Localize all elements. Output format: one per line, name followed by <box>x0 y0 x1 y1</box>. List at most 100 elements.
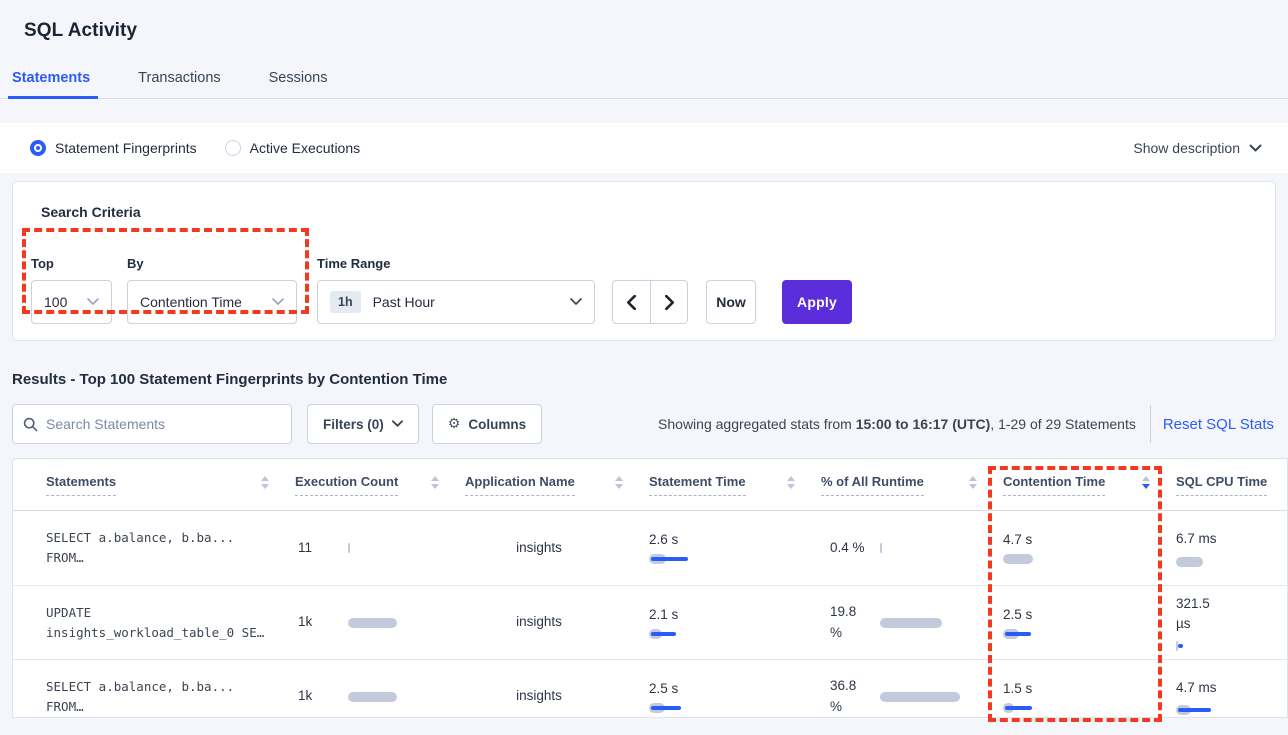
column-header-execution-count[interactable]: Execution Count <box>283 459 453 510</box>
column-header-statement-time[interactable]: Statement Time <box>637 459 809 510</box>
table-row: SELECT a.balance, b.ba... FROM… 1k insig… <box>13 659 1288 718</box>
search-icon <box>23 417 38 432</box>
apply-button[interactable]: Apply <box>782 280 852 324</box>
statement-link[interactable]: SELECT a.balance, b.ba... FROM… <box>13 511 283 585</box>
execution-count-cell: 1k <box>283 586 453 659</box>
time-prev-button[interactable] <box>613 281 650 323</box>
top-field: Top 100 <box>31 256 112 324</box>
column-header-application-name[interactable]: Application Name <box>453 459 637 510</box>
time-range-label: Time Range <box>317 256 595 271</box>
column-header-contention-time[interactable]: Contention Time <box>991 459 1164 510</box>
execution-count-cell: 11 <box>283 511 453 585</box>
tab-transactions[interactable]: Transactions <box>136 64 222 98</box>
radio-statement-fingerprints[interactable]: Statement Fingerprints <box>30 140 197 156</box>
sort-icon[interactable] <box>261 476 269 493</box>
radio-unselected-icon <box>225 140 241 156</box>
contention-time-bar <box>1003 554 1093 564</box>
view-toggle-bar: Statement Fingerprints Active Executions… <box>0 123 1288 173</box>
radio-label: Statement Fingerprints <box>55 140 197 156</box>
tab-bar: Statements Transactions Sessions <box>0 64 1288 99</box>
sort-icon-active-desc[interactable] <box>1142 476 1150 493</box>
sort-icon[interactable] <box>787 476 795 493</box>
contention-time-cell: 1.5 s <box>991 660 1164 718</box>
execution-count-bar <box>348 692 438 702</box>
filters-label: Filters (0) <box>323 417 384 432</box>
sql-cpu-time-bar <box>1176 641 1266 651</box>
statement-link[interactable]: UPDATE insights_workload_table_0 SE… <box>13 586 283 659</box>
radio-active-executions[interactable]: Active Executions <box>225 140 361 156</box>
chevron-down-icon <box>1249 144 1262 153</box>
statement-time-bar <box>649 703 739 713</box>
percent-runtime-bar <box>880 618 970 628</box>
show-description-label: Show description <box>1133 140 1240 156</box>
search-statements-box <box>12 404 292 444</box>
radio-selected-icon <box>30 140 46 156</box>
table-row: SELECT a.balance, b.ba... FROM… 11 insig… <box>13 511 1288 585</box>
table-header-row: Statements Execution Count Application N… <box>13 459 1288 511</box>
time-range-value: Past Hour <box>373 294 570 310</box>
column-header-percent-runtime[interactable]: % of All Runtime <box>809 459 991 510</box>
now-button[interactable]: Now <box>706 280 756 324</box>
contention-time-bar <box>1003 629 1093 639</box>
top-select-value: 100 <box>44 294 87 310</box>
percent-runtime-bar <box>880 692 970 702</box>
statement-link[interactable]: SELECT a.balance, b.ba... FROM… <box>13 660 283 718</box>
percent-runtime-cell: 19.8 % <box>809 586 991 659</box>
by-field: By Contention Time <box>127 256 297 324</box>
sql-cpu-time-bar <box>1176 705 1266 715</box>
time-range-field: Time Range 1h Past Hour <box>317 256 595 324</box>
column-header-sql-cpu-time[interactable]: SQL CPU Time <box>1164 459 1288 510</box>
statements-table: Statements Execution Count Application N… <box>12 458 1288 718</box>
table-row: UPDATE insights_workload_table_0 SE… 1k … <box>13 585 1288 659</box>
sort-icon[interactable] <box>615 476 623 493</box>
percent-runtime-cell: 36.8 % <box>809 660 991 718</box>
time-range-select[interactable]: 1h Past Hour <box>317 280 595 324</box>
tab-sessions[interactable]: Sessions <box>267 64 330 98</box>
radio-label: Active Executions <box>250 140 361 156</box>
showing-stats-text: Showing aggregated stats from 15:00 to 1… <box>658 416 1136 432</box>
time-step-group <box>612 280 688 324</box>
contention-time-cell: 4.7 s <box>991 511 1164 585</box>
search-criteria-title: Search Criteria <box>31 204 1251 220</box>
time-next-button[interactable] <box>650 281 687 323</box>
sql-cpu-time-cell: 4.7 ms <box>1164 660 1288 718</box>
page-title: SQL Activity <box>0 0 1288 42</box>
application-name-cell: insights <box>453 660 637 718</box>
chevron-down-icon <box>87 298 99 306</box>
sql-cpu-time-cell: 6.7 ms <box>1164 511 1288 585</box>
column-header-statements[interactable]: Statements <box>13 459 283 510</box>
columns-label: Columns <box>468 417 526 432</box>
sql-cpu-time-bar <box>1176 557 1266 567</box>
percent-runtime-bar <box>880 543 970 553</box>
top-select[interactable]: 100 <box>31 280 112 324</box>
contention-time-bar <box>1003 703 1093 713</box>
statement-time-cell: 2.1 s <box>637 586 809 659</box>
statement-time-cell: 2.6 s <box>637 511 809 585</box>
statement-time-cell: 2.5 s <box>637 660 809 718</box>
chevron-left-icon <box>626 295 637 310</box>
application-name-cell: insights <box>453 586 637 659</box>
results-toolbar: Filters (0) ⚙ Columns Showing aggregated… <box>12 404 1276 444</box>
reset-sql-stats-link[interactable]: Reset SQL Stats <box>1163 416 1276 433</box>
time-range-badge: 1h <box>330 291 361 313</box>
execution-count-cell: 1k <box>283 660 453 718</box>
by-select-value: Contention Time <box>140 294 272 310</box>
toolbar-divider <box>1150 405 1151 443</box>
top-label: Top <box>31 256 112 271</box>
sql-cpu-time-cell: 321.5 µs <box>1164 586 1288 659</box>
results-title: Results - Top 100 Statement Fingerprints… <box>12 371 1276 388</box>
statement-time-bar <box>649 629 739 639</box>
gear-icon: ⚙ <box>448 416 461 432</box>
search-statements-input[interactable] <box>46 416 281 432</box>
by-select[interactable]: Contention Time <box>127 280 297 324</box>
filters-button[interactable]: Filters (0) <box>307 404 419 444</box>
columns-button[interactable]: ⚙ Columns <box>432 404 542 444</box>
tab-statements[interactable]: Statements <box>10 64 92 98</box>
application-name-cell: insights <box>453 511 637 585</box>
sort-icon[interactable] <box>431 476 439 493</box>
chevron-right-icon <box>664 295 675 310</box>
sort-icon[interactable] <box>969 476 977 493</box>
chevron-down-icon <box>272 298 284 306</box>
show-description-toggle[interactable]: Show description <box>1133 140 1262 156</box>
search-criteria-card: Search Criteria Top 100 By Contention Ti… <box>12 181 1276 341</box>
